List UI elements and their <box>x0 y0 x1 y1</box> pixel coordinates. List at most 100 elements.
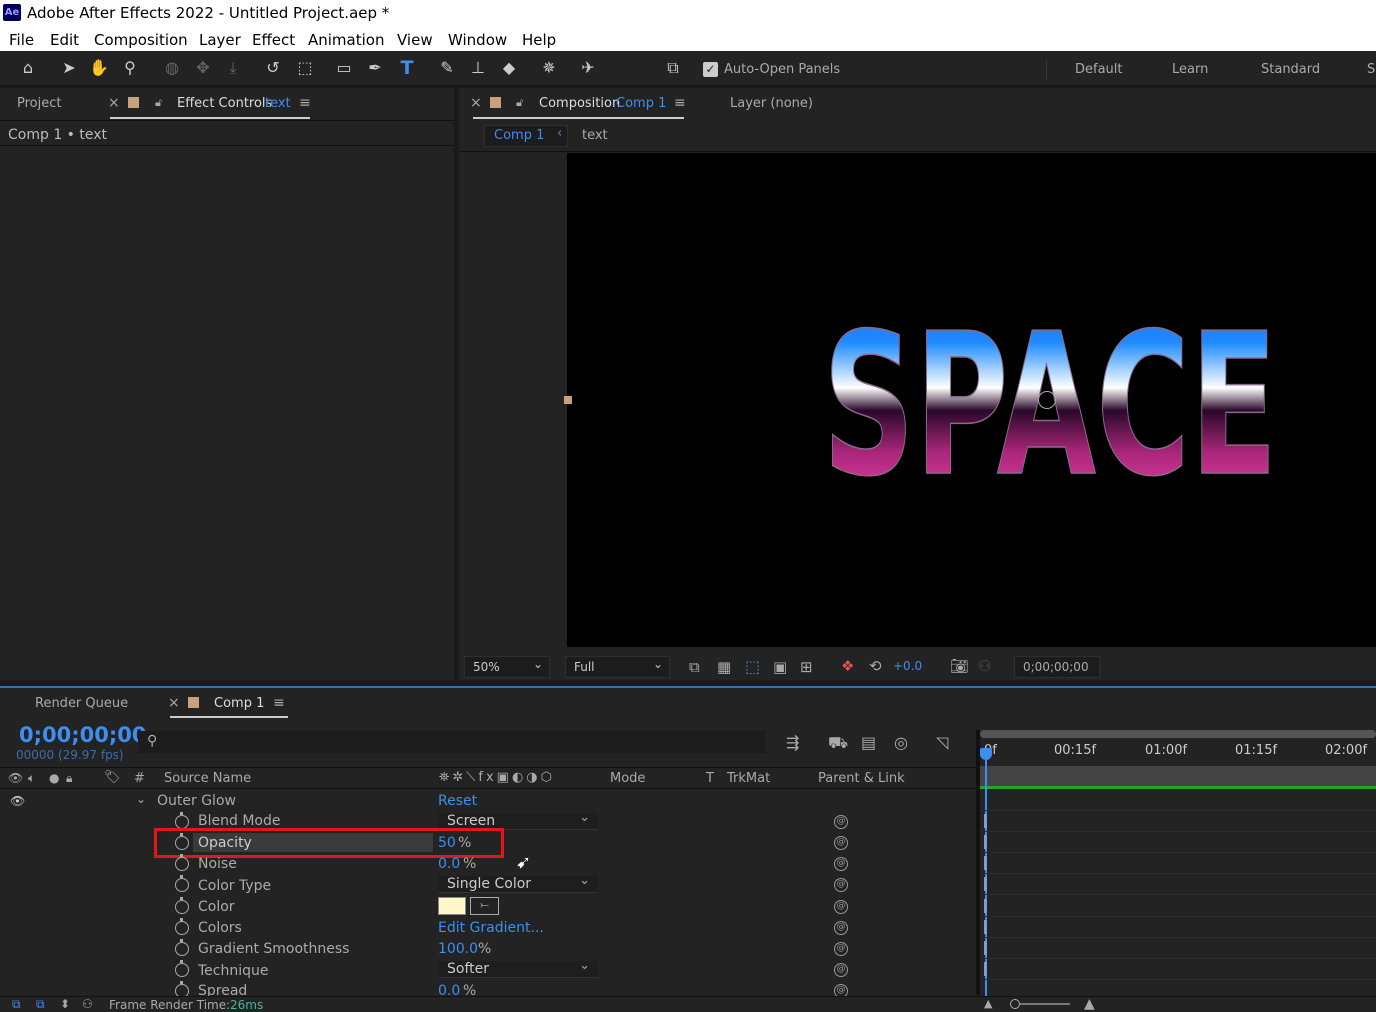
audio-icon[interactable]: 🔈︎ <box>28 771 35 786</box>
stopwatch-icon[interactable] <box>175 897 189 914</box>
exposure-value[interactable]: +0.0 <box>893 659 922 673</box>
dolly-icon[interactable]: ⤓ <box>222 57 244 79</box>
search-input[interactable] <box>138 731 766 753</box>
menu-layer[interactable]: Layer <box>199 31 241 49</box>
layer-handle[interactable] <box>564 396 572 404</box>
show-snapshot-icon[interactable]: ⚇ <box>978 657 991 675</box>
tab-composition[interactable]: Composition <box>539 96 620 111</box>
noise-value[interactable]: 0.0 <box>438 856 460 872</box>
menu-help[interactable]: Help <box>522 31 556 49</box>
keyframe-marker[interactable] <box>984 856 987 870</box>
close-icon[interactable]: × <box>108 95 120 111</box>
stopwatch-icon[interactable] <box>175 812 189 829</box>
menu-animation[interactable]: Animation <box>308 31 384 49</box>
roto-brush-icon[interactable]: ✵ <box>538 57 560 79</box>
transparency-grid-icon[interactable]: ▦ <box>717 658 731 676</box>
workspace-learn[interactable]: Learn <box>1172 62 1208 77</box>
workspace-standard[interactable]: Standard <box>1261 62 1320 77</box>
zoom-icon[interactable]: ⚲ <box>119 57 141 79</box>
technique-dropdown[interactable]: Softer <box>438 957 598 978</box>
stopwatch-icon[interactable] <box>175 918 189 935</box>
stopwatch-icon[interactable] <box>175 960 189 977</box>
tab-project[interactable]: Project <box>17 96 61 111</box>
nav-layer[interactable]: text <box>582 128 608 143</box>
comp-icon[interactable]: ⧉ <box>12 997 21 1012</box>
pickwhip-icon[interactable]: @ <box>834 984 848 996</box>
lock-icon[interactable]: 🔓︎ <box>155 96 162 110</box>
keyframe-marker[interactable] <box>984 899 987 913</box>
eye-icon[interactable]: 👁︎ <box>8 771 23 785</box>
current-timecode[interactable]: 0;00;00;00 <box>19 723 146 747</box>
eyedropper-icon[interactable]: ⤚ <box>470 897 499 915</box>
pickwhip-icon[interactable]: @ <box>834 815 848 829</box>
workspace-more[interactable]: S <box>1367 62 1375 77</box>
tab-layer[interactable]: Layer (none) <box>730 96 813 111</box>
stopwatch-icon[interactable] <box>175 854 189 871</box>
zoom-slider-handle[interactable] <box>1010 999 1020 1009</box>
transfer-controls-icon[interactable]: ⬍ <box>60 997 70 1011</box>
pickwhip-icon[interactable]: @ <box>834 963 848 977</box>
eraser-icon[interactable]: ◆ <box>498 57 520 79</box>
stopwatch-icon[interactable] <box>175 939 189 956</box>
clone-stamp-icon[interactable]: ⊥ <box>467 57 489 79</box>
pan-icon[interactable]: ✥ <box>192 57 214 79</box>
viewer-timecode[interactable]: 0;00;00;00 <box>1014 656 1100 678</box>
menu-composition[interactable]: Composition <box>94 31 188 49</box>
menu-file[interactable]: File <box>9 31 34 49</box>
layer-switches-icon[interactable]: ⧉ <box>36 997 45 1012</box>
tab-render-queue[interactable]: Render Queue <box>35 696 128 711</box>
keyframe-marker[interactable] <box>984 941 987 955</box>
pickwhip-icon[interactable]: @ <box>834 836 848 850</box>
pickwhip-icon[interactable]: @ <box>834 921 848 935</box>
resolution-dropdown[interactable]: Full ⌄ <box>565 656 670 678</box>
color-type-dropdown[interactable]: Single Color <box>438 872 598 893</box>
panel-menu-icon[interactable]: ≡ <box>674 95 686 111</box>
spread-value[interactable]: 0.0 <box>438 983 460 996</box>
work-area-bar[interactable] <box>980 766 1376 786</box>
rectangle-icon[interactable]: ▭ <box>333 57 355 79</box>
anchor-icon[interactable]: ⬚ <box>294 57 316 79</box>
stopwatch-icon[interactable] <box>175 875 189 892</box>
close-icon[interactable]: × <box>168 695 180 711</box>
mask-visibility-icon[interactable]: ⬚ <box>745 657 760 676</box>
home-icon[interactable]: ⌂ <box>17 57 39 79</box>
puppet-pin-icon[interactable]: ✈ <box>577 57 599 79</box>
edit-gradient-link[interactable]: Edit Gradient... <box>438 920 544 936</box>
anchor-point-icon[interactable] <box>1038 391 1056 409</box>
stopwatch-icon[interactable] <box>175 981 189 996</box>
pen-icon[interactable]: ✒ <box>364 57 386 79</box>
lock-icon[interactable]: 🔒︎ <box>66 771 72 786</box>
keyframe-marker[interactable] <box>984 835 987 849</box>
lock-icon[interactable]: 🔓︎ <box>516 96 523 110</box>
type-icon[interactable]: T <box>396 57 418 79</box>
keyframe-marker[interactable] <box>984 814 987 828</box>
tab-comp[interactable]: Comp 1 <box>214 696 264 711</box>
frame-blending-icon[interactable]: ◎ <box>894 733 908 752</box>
snap-icon[interactable]: ⧉ <box>662 57 684 79</box>
auto-open-checkbox[interactable]: ✓ <box>703 62 718 77</box>
solo-icon[interactable]: ● <box>49 771 59 785</box>
pickwhip-icon[interactable]: @ <box>834 878 848 892</box>
menu-window[interactable]: Window <box>448 31 507 49</box>
pickwhip-icon[interactable]: @ <box>834 857 848 871</box>
close-icon[interactable]: × <box>470 95 482 111</box>
graph-editor-icon[interactable]: ◹ <box>936 733 948 752</box>
pickwhip-icon[interactable]: @ <box>834 942 848 956</box>
zoom-dropdown[interactable]: 50% ⌄ <box>464 656 550 678</box>
workspace-default[interactable]: Default <box>1075 62 1123 77</box>
brush-icon[interactable]: ✎ <box>436 57 458 79</box>
menu-effect[interactable]: Effect <box>252 31 295 49</box>
label-tag-icon[interactable]: 🏷︎ <box>104 770 121 785</box>
rotate-icon[interactable]: ↺ <box>262 57 284 79</box>
fast-preview-icon[interactable]: ⧉ <box>689 658 700 676</box>
keyframe-marker[interactable] <box>984 877 987 891</box>
column-source-name[interactable]: Source Name <box>164 771 251 786</box>
menu-view[interactable]: View <box>397 31 433 49</box>
pickwhip-icon[interactable]: @ <box>834 900 848 914</box>
orbit-icon[interactable]: ◍ <box>161 57 183 79</box>
channel-icon[interactable]: ❖ <box>841 657 854 675</box>
nav-comp[interactable]: Comp 1 <box>494 128 544 143</box>
guides-icon[interactable]: ⊞ <box>800 658 813 676</box>
switches-icon[interactable]: ⛯✲⟍fx▣◐◑⬡ <box>439 770 555 785</box>
menu-edit[interactable]: Edit <box>50 31 79 49</box>
